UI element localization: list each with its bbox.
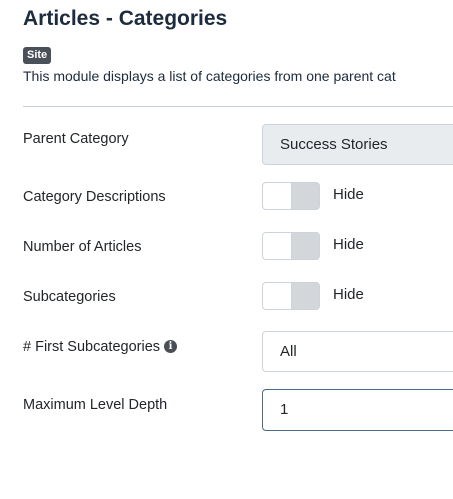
- subcategories-state: Hide: [333, 286, 364, 303]
- module-description: This module displays a list of categorie…: [23, 68, 396, 84]
- category-descriptions-label: Category Descriptions: [23, 189, 166, 205]
- subcategories-label: Subcategories: [23, 289, 116, 305]
- toggle-knob: [263, 283, 292, 309]
- number-of-articles-state: Hide: [333, 236, 364, 253]
- category-descriptions-state: Hide: [333, 186, 364, 203]
- first-subcategories-value: All: [280, 343, 297, 360]
- maximum-level-depth-label: Maximum Level Depth: [23, 397, 168, 413]
- parent-category-label: Parent Category: [23, 131, 129, 147]
- maximum-level-depth-input[interactable]: 1: [262, 389, 453, 431]
- parent-category-value: Success Stories: [280, 136, 388, 153]
- number-of-articles-label: Number of Articles: [23, 239, 142, 255]
- divider: [23, 106, 453, 107]
- first-subcategories-label: # First Subcategories: [23, 339, 161, 355]
- parent-category-select[interactable]: Success Stories: [262, 124, 453, 165]
- first-subcategories-select[interactable]: All: [262, 331, 453, 372]
- toggle-knob: [263, 233, 292, 259]
- info-icon[interactable]: i: [164, 340, 178, 353]
- page-title: Articles - Categories: [23, 7, 228, 30]
- category-descriptions-toggle[interactable]: [262, 182, 320, 210]
- module-settings-panel: Articles - Categories Site This module d…: [0, 0, 453, 499]
- site-badge: Site: [23, 47, 52, 64]
- first-subcategories-label-row: # First Subcategories i: [23, 339, 178, 355]
- subcategories-toggle[interactable]: [262, 282, 320, 310]
- maximum-level-depth-value: 1: [280, 401, 289, 418]
- toggle-knob: [263, 183, 292, 209]
- number-of-articles-toggle[interactable]: [262, 232, 320, 260]
